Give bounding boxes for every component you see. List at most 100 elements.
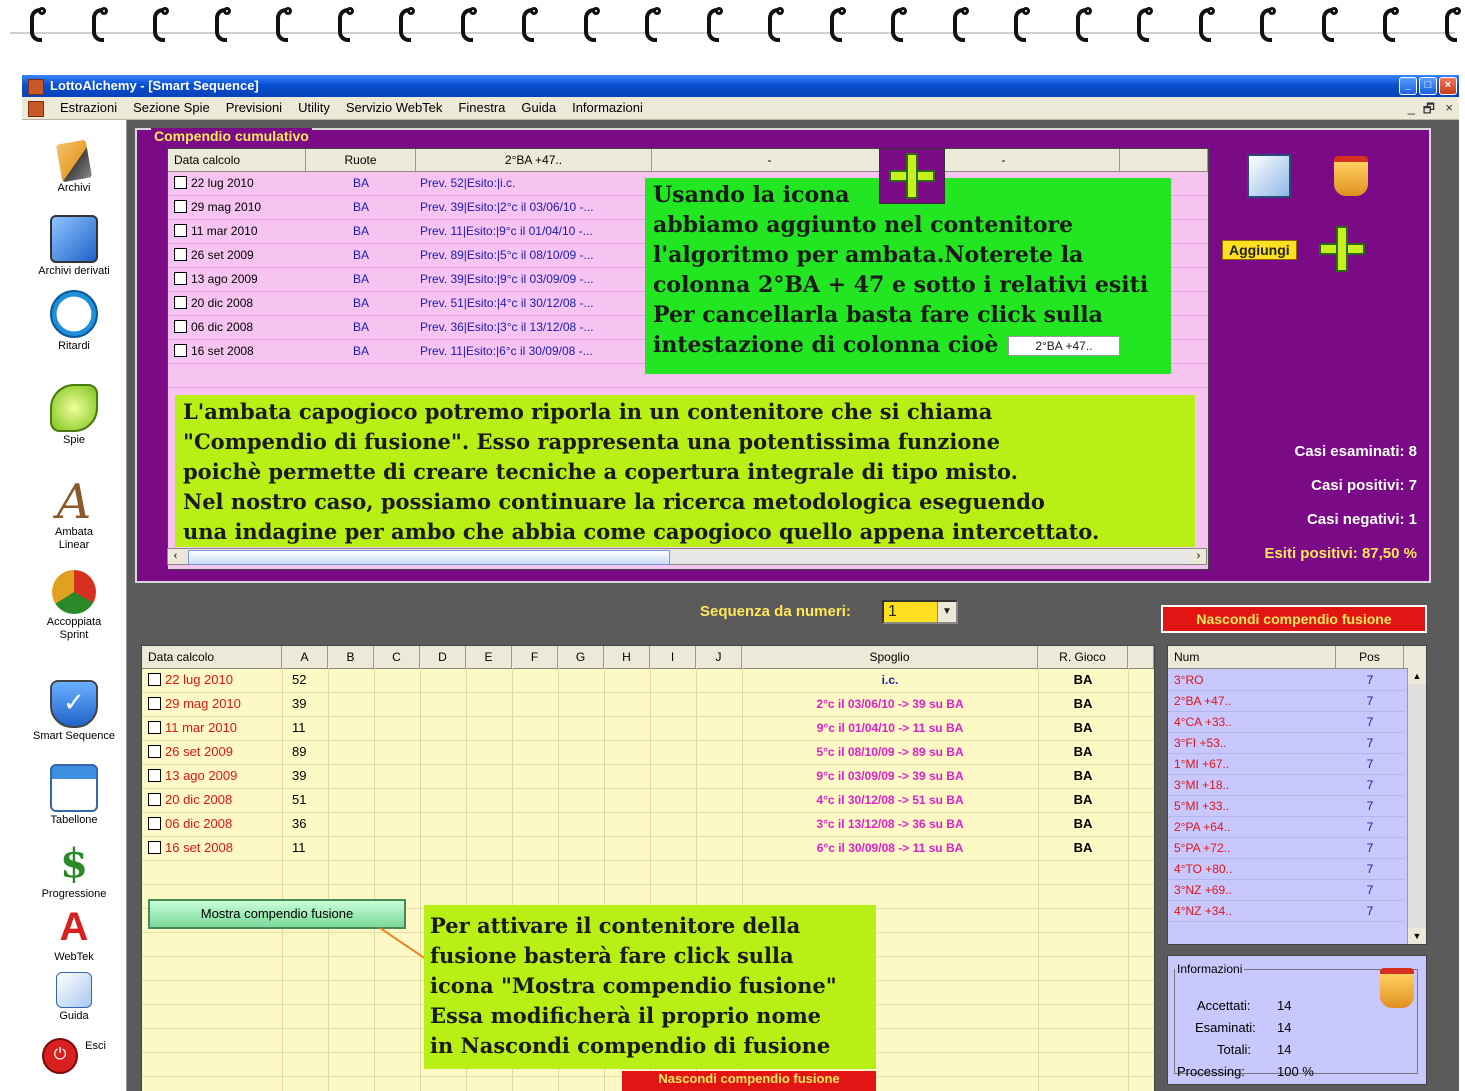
- list-item[interactable]: 4°NZ +34.. 7: [1168, 901, 1404, 922]
- row-checkbox[interactable]: [174, 176, 187, 189]
- sidebar-item-webtek[interactable]: A WebTek: [22, 905, 126, 964]
- col-c[interactable]: C: [374, 646, 420, 668]
- scroll-thumb[interactable]: [188, 550, 670, 565]
- table-row[interactable]: 06 dic 2008 36 3°c il 13/12/08 -> 36 su BA…: [142, 812, 1154, 837]
- scroll-left-icon[interactable]: ‹: [168, 549, 183, 564]
- maximize-button[interactable]: □: [1419, 77, 1437, 95]
- compendio-hscrollbar[interactable]: ‹ ›: [167, 548, 1207, 565]
- col-d[interactable]: D: [420, 646, 466, 668]
- col-data-calcolo[interactable]: Data calcolo: [142, 646, 282, 668]
- row-checkbox[interactable]: [174, 272, 187, 285]
- col-h[interactable]: H: [604, 646, 650, 668]
- col-j[interactable]: J: [696, 646, 742, 668]
- sidebar-item-spie[interactable]: Spie: [22, 384, 126, 447]
- col-pos[interactable]: Pos: [1336, 646, 1404, 668]
- nascondi-compendio-button[interactable]: Nascondi compendio fusione: [1161, 605, 1427, 633]
- sidebar-item-accoppiata-sprint[interactable]: Accoppiata Sprint: [22, 570, 126, 642]
- col-r-gioco[interactable]: R. Gioco: [1038, 646, 1128, 668]
- menu-sezione-spie[interactable]: Sezione Spie: [125, 97, 218, 119]
- mdi-close-button[interactable]: ×: [1445, 100, 1453, 115]
- row-checkbox[interactable]: [174, 200, 187, 213]
- row-checkbox[interactable]: [174, 320, 187, 333]
- col-g[interactable]: G: [558, 646, 604, 668]
- list-item[interactable]: 5°PA +72.. 7: [1168, 838, 1404, 859]
- add-plus-icon[interactable]: [1319, 226, 1365, 272]
- list-item[interactable]: 2°BA +47.. 7: [1168, 691, 1404, 712]
- row-checkbox[interactable]: [148, 673, 161, 686]
- bucket-icon[interactable]: [1334, 156, 1368, 196]
- table-row[interactable]: 16 set 2008 11 6°c il 30/09/08 -> 11 su BA…: [142, 836, 1154, 861]
- minimize-button[interactable]: _: [1399, 77, 1417, 95]
- bucket-icon[interactable]: [1380, 968, 1414, 1008]
- list-item[interactable]: 3°RO 7: [1168, 670, 1404, 691]
- col-a[interactable]: A: [282, 646, 328, 668]
- sidebar-item-archivi-derivati[interactable]: Archivi derivati: [22, 215, 126, 278]
- sidebar-item-esci[interactable]: ⏻ Esci: [22, 1038, 126, 1074]
- scroll-up-icon[interactable]: ▲: [1408, 668, 1426, 684]
- col-i[interactable]: I: [650, 646, 696, 668]
- col-e[interactable]: E: [466, 646, 512, 668]
- row-checkbox[interactable]: [148, 769, 161, 782]
- col-data-calcolo[interactable]: Data calcolo: [168, 149, 306, 171]
- list-item[interactable]: 3°MI +18.. 7: [1168, 775, 1404, 796]
- sidebar-item-smart-sequence[interactable]: ✓ Smart Sequence: [22, 680, 126, 743]
- sidebar-item-archivi[interactable]: Archivi: [22, 139, 126, 195]
- row-checkbox[interactable]: [148, 745, 161, 758]
- row-checkbox[interactable]: [174, 248, 187, 261]
- sidebar-item-ambata-linear[interactable]: A Ambata Linear: [22, 478, 126, 552]
- col-spoglio[interactable]: Spoglio: [742, 646, 1038, 668]
- table-row[interactable]: 13 ago 2009 39 9°c il 03/09/09 -> 39 su BA…: [142, 764, 1154, 789]
- col-2ba-47[interactable]: 2°BA +47..: [416, 149, 652, 171]
- menu-finestra[interactable]: Finestra: [450, 97, 513, 119]
- list-item[interactable]: 2°PA +64.. 7: [1168, 817, 1404, 838]
- table-row[interactable]: 22 lug 2010 52 i.c. BA: [142, 668, 1154, 693]
- mdi-icon[interactable]: [28, 101, 44, 117]
- row-checkbox[interactable]: [148, 721, 161, 734]
- col-f[interactable]: F: [512, 646, 558, 668]
- row-checkbox[interactable]: [174, 224, 187, 237]
- chevron-down-icon[interactable]: ▼: [937, 602, 956, 622]
- scroll-down-icon[interactable]: ▼: [1408, 928, 1426, 944]
- notepad-icon[interactable]: [1247, 154, 1291, 198]
- list-item[interactable]: 1°MI +67.. 7: [1168, 754, 1404, 775]
- sidebar-item-ritardi[interactable]: Ritardi: [22, 290, 126, 353]
- row-checkbox[interactable]: [148, 793, 161, 806]
- col-empty[interactable]: [1128, 646, 1154, 668]
- menu-servizio-webtek[interactable]: Servizio WebTek: [338, 97, 451, 119]
- mdi-restore-button[interactable]: 🗗: [1423, 100, 1435, 122]
- row-checkbox[interactable]: [148, 697, 161, 710]
- list-item[interactable]: 4°TO +80.. 7: [1168, 859, 1404, 880]
- list-item[interactable]: 3°NZ +69.. 7: [1168, 880, 1404, 901]
- menu-estrazioni[interactable]: Estrazioni: [52, 97, 125, 119]
- table-row[interactable]: 20 dic 2008 51 4°c il 30/12/08 -> 51 su BA…: [142, 788, 1154, 813]
- menu-guida[interactable]: Guida: [513, 97, 564, 119]
- col-empty-1[interactable]: -: [652, 149, 888, 171]
- sidebar-item-guida[interactable]: Guida: [22, 972, 126, 1023]
- aggiungi-button[interactable]: Aggiungi: [1222, 240, 1297, 260]
- row-checkbox[interactable]: [174, 344, 187, 357]
- menu-utility[interactable]: Utility: [290, 97, 338, 119]
- sequenza-select[interactable]: 1 ▼: [882, 600, 958, 624]
- row-checkbox[interactable]: [174, 296, 187, 309]
- row-checkbox[interactable]: [148, 817, 161, 830]
- list-item[interactable]: 5°MI +33.. 7: [1168, 796, 1404, 817]
- list-item[interactable]: 3°FI +53.. 7: [1168, 733, 1404, 754]
- mostra-compendio-button[interactable]: Mostra compendio fusione: [148, 899, 406, 929]
- mdi-minimize-button[interactable]: _: [1408, 100, 1415, 115]
- scroll-right-icon[interactable]: ›: [1191, 549, 1206, 564]
- sidebar-item-progressione[interactable]: $ Progressione: [22, 842, 126, 901]
- menu-previsioni[interactable]: Previsioni: [218, 97, 290, 119]
- table-row[interactable]: 26 set 2009 89 5°c il 08/10/09 -> 89 su BA…: [142, 740, 1154, 765]
- menu-informazioni[interactable]: Informazioni: [564, 97, 651, 119]
- col-b[interactable]: B: [328, 646, 374, 668]
- col-empty-3[interactable]: [1120, 149, 1208, 171]
- table-row[interactable]: 11 mar 2010 11 9°c il 01/04/10 -> 11 su BA…: [142, 716, 1154, 741]
- row-checkbox[interactable]: [148, 841, 161, 854]
- col-ruote[interactable]: Ruote: [306, 149, 416, 171]
- list-item[interactable]: 4°CA +33.. 7: [1168, 712, 1404, 733]
- close-button[interactable]: ×: [1439, 77, 1457, 95]
- sidebar-item-tabellone[interactable]: Tabellone: [22, 764, 126, 827]
- list-vscrollbar[interactable]: ▲ ▼: [1407, 668, 1426, 944]
- table-row[interactable]: 29 mag 2010 39 2°c il 03/06/10 -> 39 su BA…: [142, 692, 1154, 717]
- col-num[interactable]: Num: [1168, 646, 1336, 668]
